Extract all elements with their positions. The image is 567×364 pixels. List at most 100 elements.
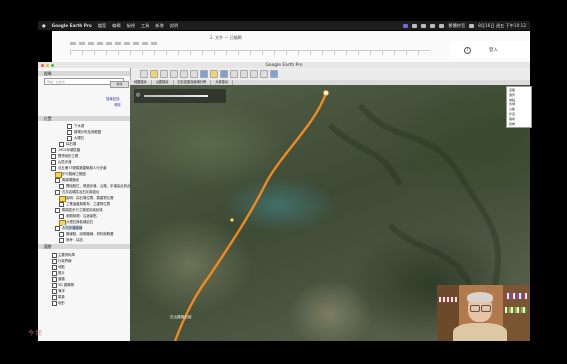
historical-imagery-icon[interactable] <box>200 70 208 78</box>
polygon-icon[interactable] <box>160 70 168 78</box>
layer-item[interactable]: 地形 <box>58 300 65 305</box>
help-icon[interactable]: ? <box>464 47 471 54</box>
layer-checkbox[interactable] <box>52 270 57 276</box>
place-item[interactable]: 大理石與各種岩石 <box>66 219 93 224</box>
email-icon[interactable] <box>240 70 248 78</box>
layer-item[interactable]: 行政界線 <box>58 258 72 263</box>
checkbox[interactable] <box>55 225 60 231</box>
checkbox[interactable] <box>67 129 72 135</box>
checkbox[interactable] <box>67 135 72 141</box>
save-image-icon[interactable] <box>260 70 268 78</box>
sidebar-toggle-icon[interactable] <box>140 70 148 78</box>
planets-icon[interactable] <box>220 70 228 78</box>
route-waypoint[interactable] <box>230 218 234 222</box>
screen-record-icon[interactable] <box>412 23 418 28</box>
checkbox[interactable] <box>59 213 64 219</box>
checkbox[interactable] <box>55 189 60 195</box>
place-item[interactable]: 實測地形之範 <box>58 153 78 158</box>
app-name[interactable]: Google Earth Pro <box>52 23 92 28</box>
menu-item-file[interactable]: 檔案 <box>98 23 106 29</box>
route-start-marker[interactable] <box>323 90 329 96</box>
volume-icon[interactable] <box>430 23 436 28</box>
layer-item[interactable]: 主要資料庫 <box>58 252 75 257</box>
search-button[interactable]: 搜尋 <box>110 81 129 88</box>
layer-checkbox[interactable] <box>52 300 57 306</box>
checkbox[interactable] <box>59 231 64 237</box>
checkbox[interactable] <box>51 147 56 153</box>
layer-checkbox[interactable] <box>52 294 57 300</box>
bold-button[interactable] <box>88 42 94 45</box>
checkbox[interactable] <box>55 177 60 183</box>
place-item[interactable]: 舊礦區步行之路徑探索紀錄 <box>62 207 103 212</box>
align-left-button[interactable] <box>124 42 130 45</box>
ruler-icon[interactable] <box>230 70 238 78</box>
font-select[interactable] <box>70 42 76 45</box>
place-item[interactable]: 說明：採石場位置，舊建物位置 <box>66 195 113 200</box>
search-icon[interactable] <box>469 23 475 28</box>
checkbox[interactable] <box>67 123 72 129</box>
place-item[interactable]: 參考：採訪 <box>66 237 83 242</box>
layers-panel-header[interactable]: 圖層 <box>38 244 130 249</box>
route-path[interactable] <box>173 92 328 341</box>
input-method-icon[interactable] <box>403 23 409 28</box>
placemark-icon[interactable] <box>150 70 158 78</box>
list-button[interactable] <box>151 42 157 45</box>
history-link[interactable]: 搜尋記錄 <box>106 96 120 101</box>
place-item[interactable]: 人行步道路線 <box>62 225 83 230</box>
legend-item[interactable]: 地點 <box>509 98 515 102</box>
legend-item[interactable]: 建物 <box>509 122 515 126</box>
zoom-slider[interactable] <box>144 95 208 97</box>
menu-item-help[interactable]: 說明 <box>170 23 178 29</box>
place-item[interactable]: 工業遺產與舊有，之建物位置 <box>66 201 110 206</box>
align-center-button[interactable] <box>133 42 139 45</box>
menu-item-tools[interactable]: 工具 <box>141 23 149 29</box>
compass-icon[interactable]: ◎ <box>136 92 140 98</box>
record-tour-icon[interactable] <box>190 70 198 78</box>
checkbox[interactable] <box>51 165 56 171</box>
battery-icon[interactable] <box>439 23 445 28</box>
layer-item[interactable]: 氣象 <box>58 294 65 299</box>
search-panel-header[interactable]: 搜尋 <box>38 71 130 76</box>
place-item[interactable]: 步行路線之範圍 <box>62 171 86 176</box>
image-overlay-icon[interactable] <box>180 70 188 78</box>
layer-item[interactable]: 3D 建築物 <box>58 282 74 287</box>
checkbox[interactable] <box>51 159 56 165</box>
place-item[interactable]: 參觀時間：沿途景點 <box>66 213 97 218</box>
place-item[interactable]: 1902年礦區圖 <box>58 147 80 152</box>
layer-checkbox[interactable] <box>52 264 57 270</box>
navigation-control[interactable]: ◎ <box>134 89 226 103</box>
layer-item[interactable]: 道路 <box>58 276 65 281</box>
sun-icon[interactable] <box>210 70 218 78</box>
align-right-button[interactable] <box>142 42 148 45</box>
checkbox[interactable] <box>59 141 64 147</box>
legend-item[interactable]: 步道 <box>509 112 515 116</box>
place-item[interactable]: 採石場 <box>66 141 76 146</box>
google-maps-icon[interactable] <box>270 70 278 78</box>
wifi-icon[interactable] <box>421 23 427 28</box>
place-item[interactable]: 大理石 <box>74 135 84 140</box>
layer-checkbox[interactable] <box>52 288 57 294</box>
legend-item[interactable]: 邊界 <box>509 93 515 97</box>
checkbox[interactable] <box>51 153 56 159</box>
close-icon[interactable] <box>41 63 44 67</box>
print-icon[interactable] <box>250 70 258 78</box>
layer-item[interactable]: 照片 <box>58 270 65 275</box>
checkbox[interactable] <box>59 201 64 207</box>
layer-item[interactable]: 地點 <box>58 264 65 269</box>
layer-checkbox[interactable] <box>52 276 57 282</box>
place-item[interactable]: 石灰岩礦區及石灰窯遺址 <box>62 189 99 194</box>
legend-item[interactable]: 山脈 <box>509 107 515 111</box>
legend-item[interactable]: 礦場 <box>509 117 515 121</box>
layer-checkbox[interactable] <box>52 282 57 288</box>
legend-item[interactable]: 水域 <box>509 102 515 106</box>
legend-item[interactable]: 道路 <box>509 88 515 92</box>
underline-button[interactable] <box>106 42 112 45</box>
clear-link[interactable]: 清除 <box>114 102 121 107</box>
login-button[interactable]: 登入 <box>489 47 498 53</box>
layer-checkbox[interactable] <box>52 252 57 258</box>
zoom-icon[interactable] <box>51 63 54 67</box>
menu-item-add[interactable]: 新增 <box>155 23 163 29</box>
place-item[interactable]: 北五堵73號舊廠建築與人行步道 <box>58 165 106 170</box>
place-item[interactable]: 山區步道 <box>58 159 72 164</box>
place-item[interactable]: 舊礦場路段 <box>62 177 79 182</box>
